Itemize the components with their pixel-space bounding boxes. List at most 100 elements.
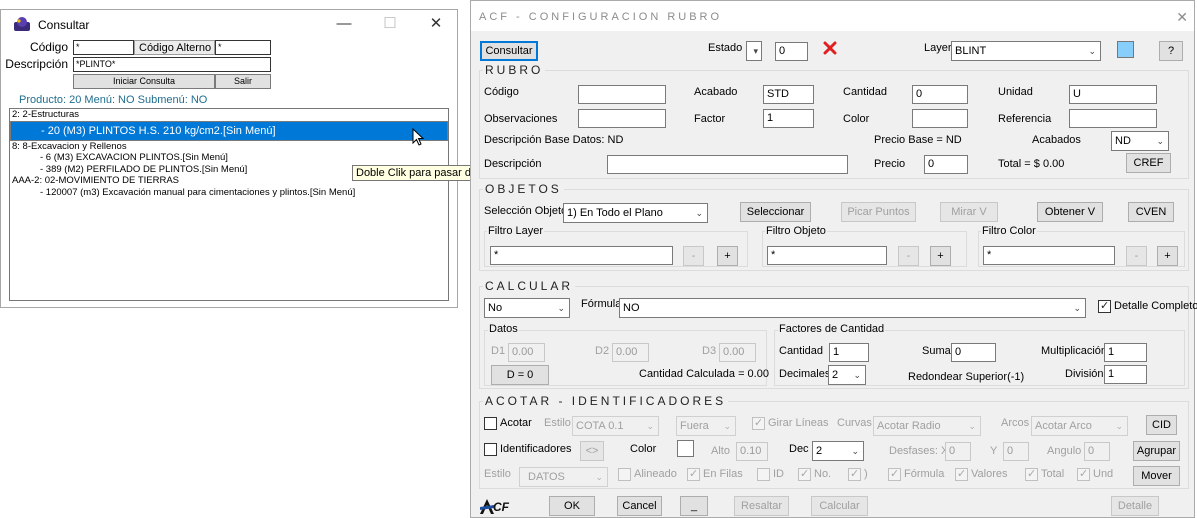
color-id-swatch[interactable] [677,440,694,457]
descripcion-field[interactable]: *PLINTO* [73,57,271,72]
d3-label: D3 [702,345,717,357]
d3-field[interactable]: 0.00 [719,343,756,362]
division-field[interactable]: 1 [1104,365,1147,384]
calcular-button[interactable]: Calcular [811,496,868,516]
y-field[interactable]: 0 [1003,442,1029,461]
formula-dropdown[interactable]: NO ⌄ [619,298,1086,318]
list-item[interactable]: - 120007 (m3) Excavación manual para cim… [10,187,448,199]
alto-field[interactable]: 0.10 [736,442,768,461]
d1-field[interactable]: 0.00 [508,343,545,362]
datos-dropdown[interactable]: DATOS ⌄ [519,467,608,487]
multiplicacion-field[interactable]: 1 [1104,343,1147,362]
dec-dropdown[interactable]: 2 ⌄ [812,441,864,461]
en-filas-checkbox[interactable] [687,467,700,481]
observaciones-field[interactable] [578,109,666,128]
girar-lineas-checkbox[interactable] [752,416,765,430]
resaltar-button[interactable]: Resaltar [734,496,789,516]
cantidad-factor-label: Cantidad [779,345,824,357]
acf-logo: CF [479,497,524,517]
formula-checkbox[interactable] [888,467,901,481]
minimize-icon[interactable]: — [329,14,359,34]
fuera-dropdown[interactable]: Fuera ⌄ [676,416,736,436]
filtro-objeto-field[interactable]: * [767,246,887,265]
list-item[interactable]: 8: 8-Excavacion y Rellenos [10,141,448,153]
filtro-color-plus-button[interactable]: + [1157,246,1178,266]
unidad-field[interactable]: U [1069,85,1157,104]
filtro-layer-field[interactable]: * [490,246,673,265]
mover-button[interactable]: Mover [1133,466,1180,486]
maximize-icon[interactable]: ☐ [375,14,405,34]
cantidad-factor-field[interactable]: 1 [829,343,869,362]
und-label: Und [1093,468,1114,480]
descripcion-field[interactable] [607,155,848,174]
agrupar-button[interactable]: Agrupar [1133,441,1180,461]
estado-field[interactable]: 0 [775,42,808,61]
cref-button[interactable]: CREF [1126,153,1171,173]
arcos-dropdown[interactable]: Acotar Arco ⌄ [1031,416,1128,436]
cantidad-field[interactable]: 0 [912,85,968,104]
precio-field[interactable]: 0 [924,155,968,174]
calcular-no-dropdown[interactable]: No ⌄ [484,298,570,318]
filtro-objeto-minus-button[interactable]: - [898,246,919,266]
codigo-alterno-field[interactable]: * [215,40,271,55]
consultar-button[interactable]: Consultar [480,41,538,61]
referencia-field[interactable] [1069,109,1157,128]
d-zero-button[interactable]: D = 0 [491,365,549,385]
iniciar-consulta-button[interactable]: Iniciar Consulta [73,74,215,89]
filtro-color-field[interactable]: * [983,246,1115,265]
close-icon[interactable]: ✕ [1176,9,1188,26]
desfases-x-field[interactable]: 0 [945,442,971,461]
layer-dropdown[interactable]: BLINT ⌄ [951,41,1101,61]
filtro-layer-minus-button[interactable]: - [683,246,704,266]
codigo-field[interactable] [578,85,666,104]
estilo-dropdown[interactable]: COTA 0.1 ⌄ [572,416,659,436]
alineado-checkbox[interactable] [618,468,631,481]
paren-checkbox[interactable] [848,467,861,481]
cven-button[interactable]: CVEN [1128,202,1174,222]
close-icon[interactable]: ✕ [421,14,451,34]
acabado-field[interactable]: STD [763,85,814,104]
id-checkbox[interactable] [757,468,770,481]
filtro-objeto-plus-button[interactable]: + [930,246,951,266]
detalle-completo-checkbox[interactable] [1098,299,1111,313]
redondear-label: Redondear Superior(-1) [908,371,1025,383]
layer-color-swatch[interactable] [1117,41,1134,58]
curvas-dropdown[interactable]: Acotar Radio ⌄ [873,416,981,436]
list-item[interactable]: - 6 (M3) EXCAVACION PLINTOS.[Sin Menú] [10,152,448,164]
detalle-button[interactable]: Detalle [1111,496,1159,516]
no-checkbox[interactable] [798,467,811,481]
cancel-button[interactable]: Cancel [617,496,662,516]
suma-field[interactable]: 0 [951,343,996,362]
unidad-label: Unidad [998,86,1033,98]
acotar-checkbox[interactable] [484,417,497,430]
filtro-layer-plus-button[interactable]: + [717,246,738,266]
total-checkbox[interactable] [1025,467,1038,481]
cid-button[interactable]: CID [1146,415,1177,435]
acabados-dropdown[interactable]: ND ⌄ [1111,131,1169,151]
decimales-dropdown[interactable]: 2 ⌄ [828,365,866,385]
codigo-field[interactable]: * [73,40,134,55]
seleccion-objetos-dropdown[interactable]: 1) En Todo el Plano ⌄ [563,203,708,223]
und-checkbox[interactable] [1077,467,1090,481]
valores-checkbox[interactable] [955,467,968,481]
seleccionar-button[interactable]: Seleccionar [740,202,811,222]
d2-field[interactable]: 0.00 [612,343,649,362]
ok-button[interactable]: OK [549,496,595,516]
delete-x-icon[interactable] [823,41,837,55]
identificadores-checkbox[interactable] [484,443,497,456]
obtener-v-button[interactable]: Obtener V [1037,202,1103,222]
swap-button[interactable]: <> [580,441,604,461]
salir-button[interactable]: Salir [215,74,271,89]
mirar-v-button[interactable]: Mirar V [940,202,998,222]
filtro-color-minus-button[interactable]: - [1126,246,1147,266]
help-button[interactable]: ? [1159,41,1183,61]
estado-dropdown[interactable]: ▾ [746,41,762,61]
angulo-field[interactable]: 0 [1084,442,1110,461]
list-item-selected[interactable]: - 20 (M3) PLINTOS H.S. 210 kg/cm2.[Sin M… [10,120,448,141]
underscore-button[interactable]: _ [680,496,708,516]
picar-puntos-button[interactable]: Picar Puntos [841,202,916,222]
results-list[interactable]: 2: 2-Estructuras - 20 (M3) PLINTOS H.S. … [9,108,449,301]
factor-field[interactable]: 1 [763,109,814,128]
list-item[interactable]: 2: 2-Estructuras [10,109,448,121]
color-field[interactable] [912,109,968,128]
